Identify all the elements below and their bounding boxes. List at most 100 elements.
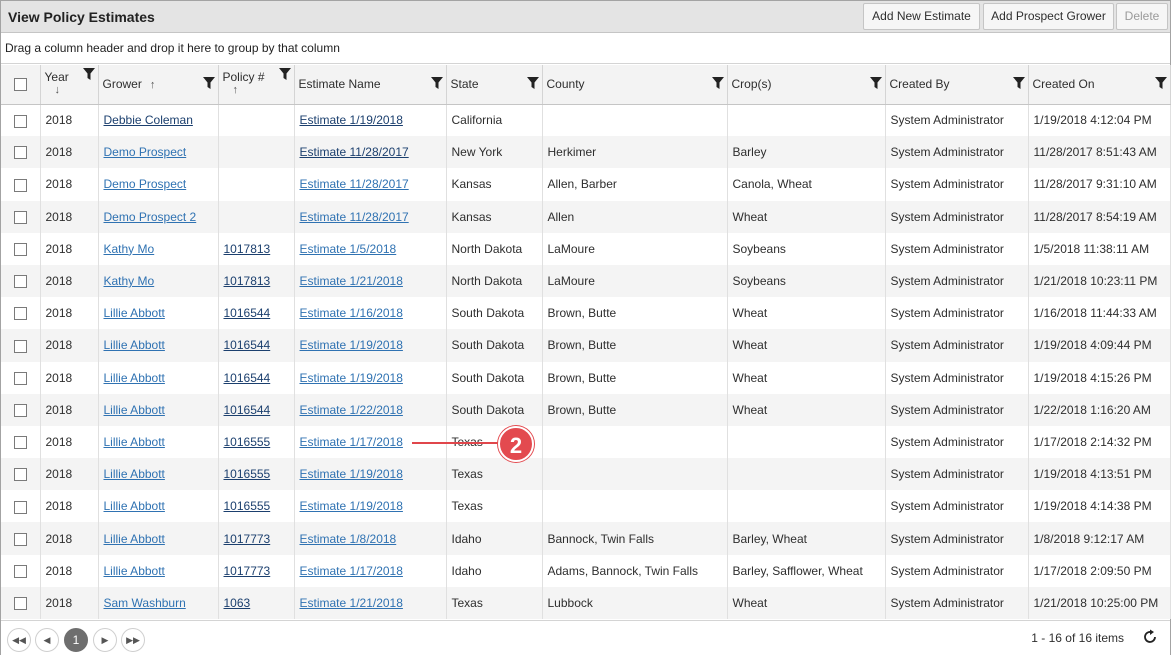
- filter-icon[interactable]: [1012, 77, 1025, 89]
- grower-link[interactable]: Lillie Abbott: [104, 435, 165, 449]
- estimate-link[interactable]: Estimate 1/21/2018: [300, 274, 403, 288]
- row-checkbox[interactable]: [13, 307, 27, 321]
- grower-link[interactable]: Demo Prospect: [104, 177, 187, 191]
- grower-link[interactable]: Sam Washburn: [104, 596, 186, 610]
- estimate-link[interactable]: Estimate 1/19/2018: [300, 467, 403, 481]
- grower-link[interactable]: Demo Prospect: [104, 145, 187, 159]
- filter-icon[interactable]: [202, 77, 215, 89]
- grower-link[interactable]: Debbie Coleman: [104, 113, 193, 127]
- grower-link[interactable]: Lillie Abbott: [104, 403, 165, 417]
- row-checkbox[interactable]: [13, 436, 27, 450]
- grower-link[interactable]: Lillie Abbott: [104, 532, 165, 546]
- estimate-link[interactable]: Estimate 11/28/2017: [300, 210, 409, 224]
- table-row[interactable]: 2018 Lillie Abbott 1016544 Estimate 1/16/20…: [1, 297, 1171, 330]
- grower-link[interactable]: Kathy Mo: [104, 274, 155, 288]
- policy-link[interactable]: 1016555: [224, 435, 271, 449]
- row-checkbox[interactable]: [13, 339, 27, 353]
- estimate-link[interactable]: Estimate 1/8/2018: [300, 532, 397, 546]
- page-button-current[interactable]: 1: [64, 628, 88, 652]
- policy-link[interactable]: 1016544: [224, 306, 271, 320]
- policy-link[interactable]: 1016544: [224, 371, 271, 385]
- grower-link[interactable]: Lillie Abbott: [104, 306, 165, 320]
- table-row[interactable]: 2018 Sam Washburn 1063 Estimate 1/21/2018 Te…: [1, 586, 1171, 619]
- estimate-link[interactable]: Estimate 11/28/2017: [300, 177, 409, 191]
- row-checkbox[interactable]: [13, 210, 27, 224]
- table-row[interactable]: 2018 Demo Prospect Estimate 11/28/2017 Kans…: [1, 168, 1171, 201]
- last-page-button[interactable]: ▶▶: [121, 628, 145, 652]
- estimate-link[interactable]: Estimate 1/17/2018: [300, 564, 403, 578]
- row-checkbox[interactable]: [13, 403, 27, 417]
- column-header-state[interactable]: State: [446, 65, 543, 105]
- delete-button[interactable]: Delete: [1116, 3, 1168, 30]
- policy-link[interactable]: 1063: [224, 596, 251, 610]
- grower-link[interactable]: Lillie Abbott: [104, 371, 165, 385]
- policy-link[interactable]: 1016544: [224, 403, 271, 417]
- filter-icon[interactable]: [869, 77, 882, 89]
- refresh-icon[interactable]: [1142, 629, 1158, 645]
- filter-icon[interactable]: [82, 68, 95, 80]
- row-checkbox[interactable]: [13, 532, 27, 546]
- table-row[interactable]: 2018 Demo Prospect 2 Estimate 11/28/2017 Ka…: [1, 200, 1171, 233]
- grower-link[interactable]: Lillie Abbott: [104, 499, 165, 513]
- table-row[interactable]: 2018 Demo Prospect Estimate 11/28/2017 New …: [1, 136, 1171, 169]
- next-page-button[interactable]: ▶: [93, 628, 117, 652]
- select-all-checkbox[interactable]: [13, 78, 27, 92]
- policy-link[interactable]: 1016544: [224, 338, 271, 352]
- estimate-link[interactable]: Estimate 1/17/2018: [300, 435, 403, 449]
- column-header-policy[interactable]: Policy # ↑: [218, 65, 295, 105]
- grower-link[interactable]: Demo Prospect 2: [104, 210, 197, 224]
- estimate-link[interactable]: Estimate 1/19/2018: [300, 113, 403, 127]
- filter-icon[interactable]: [1154, 77, 1167, 89]
- column-header-county[interactable]: County: [542, 65, 728, 105]
- row-checkbox[interactable]: [13, 114, 27, 128]
- row-checkbox[interactable]: [13, 597, 27, 611]
- filter-icon[interactable]: [430, 77, 443, 89]
- row-checkbox[interactable]: [13, 146, 27, 160]
- table-row[interactable]: 2018 Lillie Abbott 1017773 Estimate 1/17/20…: [1, 554, 1171, 587]
- grower-link[interactable]: Lillie Abbott: [104, 467, 165, 481]
- add-new-estimate-button[interactable]: Add New Estimate: [863, 3, 980, 30]
- policy-link[interactable]: 1016555: [224, 467, 271, 481]
- policy-link[interactable]: 1017773: [224, 564, 271, 578]
- table-row[interactable]: 2018 Lillie Abbott 1016555 Estimate 1/19/20…: [1, 458, 1171, 491]
- row-checkbox[interactable]: [13, 468, 27, 482]
- table-row[interactable]: 2018 Lillie Abbott 1017773 Estimate 1/8/201…: [1, 522, 1171, 555]
- table-row[interactable]: 2018 Kathy Mo 1017813 Estimate 1/21/2018 Nor…: [1, 264, 1171, 298]
- table-row[interactable]: 2018 Debbie Coleman Estimate 1/19/2018 Cali…: [1, 104, 1171, 137]
- estimate-link[interactable]: Estimate 1/21/2018: [300, 596, 403, 610]
- row-checkbox[interactable]: [13, 178, 27, 192]
- table-row[interactable]: 2018 Lillie Abbott 1016555 Estimate 1/17/20…: [1, 425, 1171, 459]
- row-checkbox[interactable]: [13, 371, 27, 385]
- row-checkbox[interactable]: [13, 500, 27, 514]
- policy-link[interactable]: 1017813: [224, 274, 271, 288]
- filter-icon[interactable]: [278, 68, 291, 80]
- table-row[interactable]: 2018 Lillie Abbott 1016555 Estimate 1/19/20…: [1, 490, 1171, 523]
- policy-link[interactable]: 1017773: [224, 532, 271, 546]
- estimate-link[interactable]: Estimate 1/16/2018: [300, 306, 403, 320]
- row-checkbox[interactable]: [13, 275, 27, 289]
- first-page-button[interactable]: ◀◀: [7, 628, 31, 652]
- estimate-link[interactable]: Estimate 1/19/2018: [300, 499, 403, 513]
- row-checkbox[interactable]: [13, 243, 27, 256]
- grower-link[interactable]: Kathy Mo: [104, 242, 155, 256]
- estimate-link[interactable]: Estimate 1/5/2018: [300, 242, 397, 256]
- grower-link[interactable]: Lillie Abbott: [104, 564, 165, 578]
- grower-link[interactable]: Lillie Abbott: [104, 338, 165, 352]
- row-checkbox[interactable]: [13, 564, 27, 578]
- policy-link[interactable]: 1017813: [224, 242, 271, 256]
- column-header-crops[interactable]: Crop(s): [727, 65, 886, 105]
- estimate-link[interactable]: Estimate 11/28/2017: [300, 145, 409, 159]
- filter-icon[interactable]: [526, 77, 539, 89]
- estimate-link[interactable]: Estimate 1/19/2018: [300, 371, 403, 385]
- previous-page-button[interactable]: ◀: [35, 628, 59, 652]
- filter-icon[interactable]: [711, 77, 724, 89]
- table-row[interactable]: 2018 Lillie Abbott 1016544 Estimate 1/19/20…: [1, 361, 1171, 394]
- column-header-estimate-name[interactable]: Estimate Name: [294, 65, 447, 105]
- table-row[interactable]: 2018 Lillie Abbott 1016544 Estimate 1/19/20…: [1, 329, 1171, 362]
- estimate-link[interactable]: Estimate 1/19/2018: [300, 338, 403, 352]
- table-row[interactable]: 2018 Lillie Abbott 1016544 Estimate 1/22/20…: [1, 393, 1171, 426]
- column-header-year[interactable]: Year ↓: [40, 65, 99, 105]
- column-header-created-on[interactable]: Created On: [1028, 65, 1171, 105]
- table-row[interactable]: 2018 Kathy Mo 1017813 Estimate 1/5/2018 Nort…: [1, 232, 1171, 265]
- policy-link[interactable]: 1016555: [224, 499, 271, 513]
